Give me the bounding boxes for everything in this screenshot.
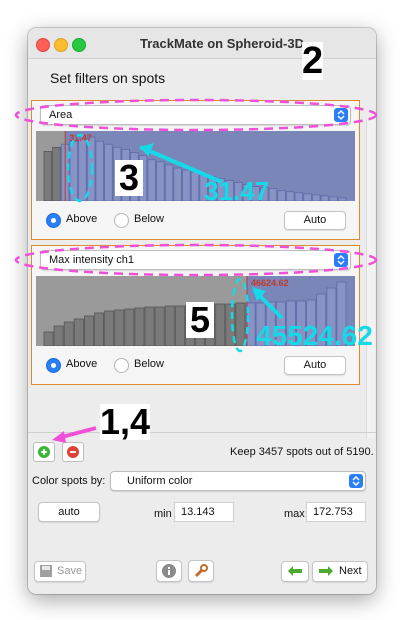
auto-threshold-button[interactable]: Auto (284, 211, 346, 230)
feature-select-max-intensity[interactable]: Max intensity ch1 (40, 250, 351, 270)
max-label: max (284, 508, 305, 520)
histogram-bar (215, 303, 226, 346)
histogram-bar (311, 194, 321, 201)
histogram-bar (154, 306, 165, 346)
above-radio[interactable] (46, 213, 61, 228)
window-title: TrackMate on Spheroid-3D (140, 36, 304, 51)
add-filter-button[interactable] (33, 442, 55, 462)
min-value: 13.143 (181, 506, 215, 518)
histogram-bar (174, 305, 185, 346)
histogram-bar (43, 151, 53, 201)
save-icon (40, 565, 52, 577)
histogram-bar (190, 171, 200, 201)
histogram-bar (63, 321, 74, 346)
histogram-bar (95, 140, 104, 201)
histogram-bar (114, 309, 125, 346)
histogram-area[interactable]: 31.47 (36, 131, 355, 201)
histogram-bar (134, 307, 145, 346)
histogram-bar (124, 308, 135, 346)
spot-count-summary: Keep 3457 spots out of 5190. (230, 446, 374, 458)
histogram-chart: 31.47 (43, 131, 355, 201)
histogram-bar (94, 312, 105, 346)
threshold-value-label: 46624.62 (251, 278, 289, 288)
annotation-value-31-47: 31.47 (204, 176, 270, 206)
save-label: Save (57, 565, 83, 577)
histogram-bar (268, 188, 278, 201)
above-radio[interactable] (46, 358, 61, 373)
histogram-bar (84, 315, 94, 346)
filter-list-scrollbar[interactable] (366, 120, 375, 438)
arrow-left-icon (288, 566, 302, 576)
histogram-bar (43, 331, 54, 346)
annotation-label-2: 2 (302, 40, 324, 82)
select-arrows-icon (334, 253, 348, 267)
histogram-bar (225, 303, 236, 346)
select-arrows-icon (334, 108, 348, 122)
min-value-field[interactable]: 13.143 (174, 502, 234, 522)
histogram-bar (86, 136, 96, 201)
histogram-bar (78, 138, 87, 201)
below-radio-label: Below (134, 213, 164, 225)
histogram-bar (277, 190, 286, 201)
info-icon (162, 564, 176, 578)
histogram-bar (164, 305, 175, 346)
histogram-bar (235, 302, 246, 346)
above-radio-label: Above (66, 213, 98, 225)
annotation-value-45524-62: 45524.62 (256, 320, 373, 351)
histogram-bar (156, 161, 165, 201)
color-by-value: Uniform color (127, 475, 193, 487)
select-arrows-icon (349, 474, 363, 488)
threshold-value-label: 31.47 (69, 133, 92, 143)
below-radio[interactable] (114, 213, 129, 228)
settings-button[interactable] (188, 560, 214, 582)
histogram-bar (53, 325, 64, 346)
histogram-bar (52, 146, 61, 201)
title-bar: TrackMate on Spheroid-3D (28, 28, 376, 59)
histogram-bar (69, 140, 79, 201)
histogram-bar (294, 192, 304, 201)
histogram-bar (303, 193, 312, 201)
arrow-right-icon (319, 566, 333, 576)
histogram-bar (104, 310, 115, 346)
max-value-field[interactable]: 172.753 (306, 502, 366, 522)
previous-button[interactable] (281, 561, 309, 582)
next-button[interactable]: Next (312, 561, 368, 582)
remove-filter-button[interactable] (62, 442, 84, 462)
histogram-bar (73, 318, 84, 346)
wrench-icon (194, 564, 208, 578)
auto-threshold-button[interactable]: Auto (284, 356, 346, 375)
histogram-bar (320, 195, 330, 201)
feature-select-area[interactable]: Area (40, 105, 351, 125)
histogram-bar (104, 143, 113, 201)
histogram-bar (182, 169, 191, 201)
plus-icon (38, 446, 50, 458)
histogram-bar (164, 164, 174, 201)
annotation-label-3: 3 (115, 160, 144, 196)
histogram-bar (173, 167, 182, 201)
panel-heading: Set filters on spots (50, 70, 166, 86)
auto-color-range-button[interactable]: auto (38, 502, 100, 522)
filter-panel-area: Area 31.47 Above Below Auto (31, 100, 360, 240)
feature-select-value: Area (49, 109, 73, 121)
histogram-bar (329, 196, 338, 201)
histogram-bar (147, 159, 156, 201)
save-button[interactable]: Save (34, 561, 86, 582)
section-divider (28, 432, 376, 433)
info-button[interactable] (156, 560, 182, 582)
histogram-bar (144, 306, 155, 346)
color-by-select[interactable]: Uniform color (110, 471, 366, 491)
histogram-bar (337, 197, 347, 201)
max-value: 172.753 (313, 506, 353, 518)
annotation-label-1-4: 1,4 (100, 401, 151, 442)
below-radio[interactable] (114, 358, 129, 373)
below-radio-label: Below (134, 358, 164, 370)
feature-select-value: Max intensity ch1 (49, 254, 134, 266)
histogram-bar (285, 191, 295, 201)
above-radio-label: Above (66, 358, 98, 370)
min-label: min (154, 508, 172, 520)
color-by-label: Color spots by: (32, 475, 106, 487)
next-label: Next (339, 565, 362, 577)
minus-icon (67, 446, 79, 458)
annotation-label-5: 5 (186, 302, 215, 338)
